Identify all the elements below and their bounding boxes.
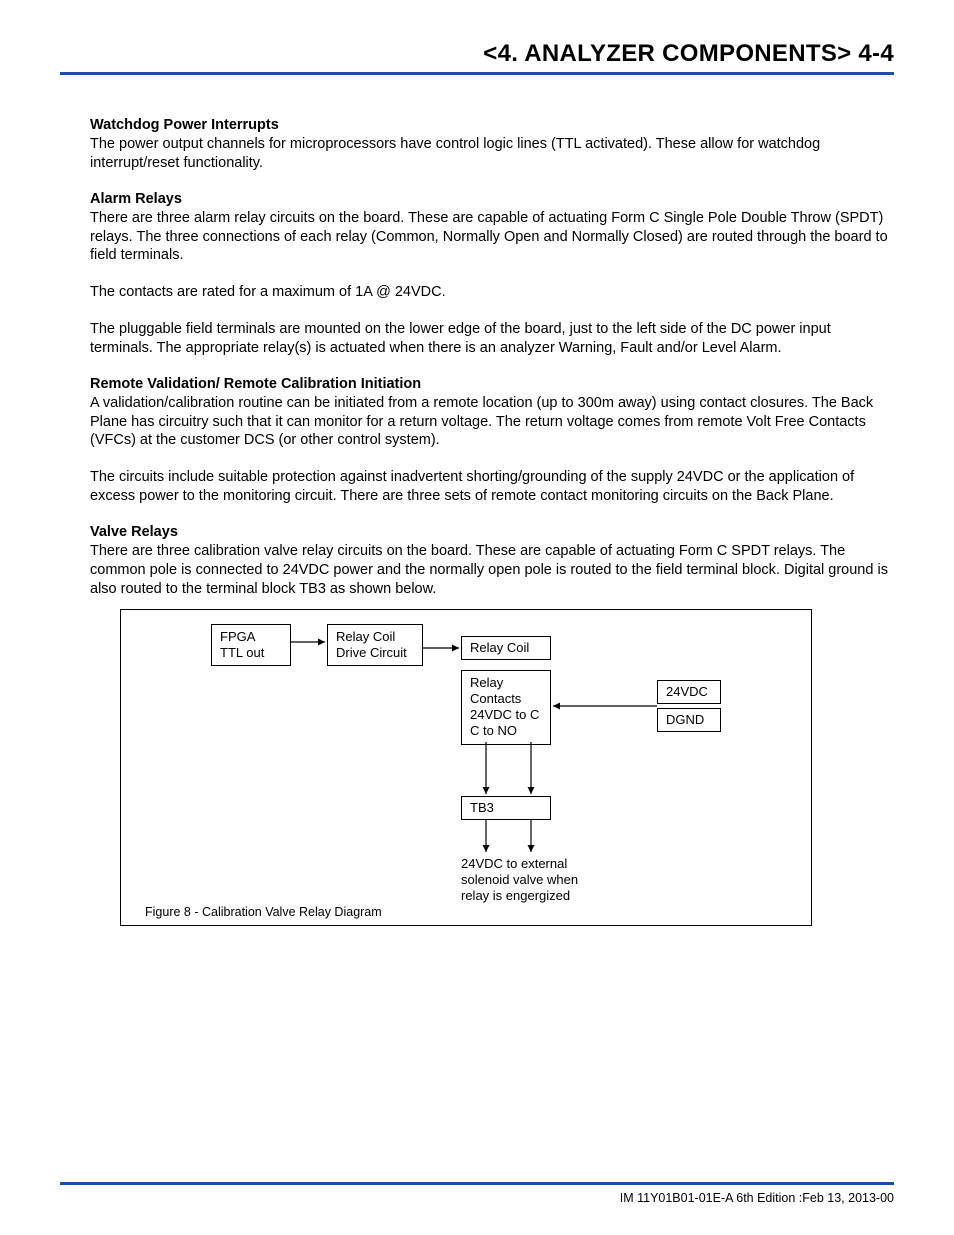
- node-relay-drive-text: Relay CoilDrive Circuit: [336, 629, 407, 660]
- node-fpga-text: FPGATTL out: [220, 629, 264, 660]
- node-relay-coil-text: Relay Coil: [470, 640, 529, 655]
- label-output: 24VDC to externalsolenoid valve whenrela…: [461, 856, 621, 905]
- page-header-title: <4. ANALYZER COMPONENTS> 4-4: [60, 40, 894, 68]
- heading-watchdog: Watchdog Power Interrupts: [90, 117, 894, 133]
- para-valve-1: There are three calibration valve relay …: [90, 542, 894, 599]
- para-alarm-3: The pluggable field terminals are mounte…: [90, 320, 894, 358]
- node-relay-coil: Relay Coil: [461, 636, 551, 660]
- header-rule: <4. ANALYZER COMPONENTS> 4-4: [60, 40, 894, 75]
- para-watchdog-1: The power output channels for microproce…: [90, 135, 894, 173]
- para-remote-2: The circuits include suitable protection…: [90, 468, 894, 506]
- label-output-text: 24VDC to externalsolenoid valve whenrela…: [461, 856, 578, 904]
- node-tb3: TB3: [461, 796, 551, 820]
- node-dgnd: DGND: [657, 708, 721, 732]
- node-tb3-text: TB3: [470, 800, 494, 815]
- node-fpga: FPGATTL out: [211, 624, 291, 667]
- para-remote-1: A validation/calibration routine can be …: [90, 394, 894, 451]
- heading-remote-validation: Remote Validation/ Remote Calibration In…: [90, 376, 894, 392]
- para-alarm-2: The contacts are rated for a maximum of …: [90, 283, 894, 302]
- heading-alarm-relays: Alarm Relays: [90, 191, 894, 207]
- page-footer: IM 11Y01B01-01E-A 6th Edition :Feb 13, 2…: [60, 1182, 894, 1205]
- figure-caption: Figure 8 - Calibration Valve Relay Diagr…: [145, 905, 382, 919]
- footer-rule: [60, 1182, 894, 1185]
- node-24vdc: 24VDC: [657, 680, 721, 704]
- body-content: Watchdog Power Interrupts The power outp…: [60, 117, 894, 926]
- figure-8-diagram: FPGATTL out Relay CoilDrive Circuit Rela…: [120, 609, 812, 926]
- footer-text: IM 11Y01B01-01E-A 6th Edition :Feb 13, 2…: [60, 1191, 894, 1205]
- node-relay-contacts: RelayContacts24VDC to CC to NO: [461, 670, 551, 745]
- node-relay-contacts-text: RelayContacts24VDC to CC to NO: [470, 675, 539, 739]
- node-24vdc-text: 24VDC: [666, 684, 708, 699]
- para-alarm-1: There are three alarm relay circuits on …: [90, 209, 894, 266]
- node-relay-drive: Relay CoilDrive Circuit: [327, 624, 423, 667]
- node-dgnd-text: DGND: [666, 712, 704, 727]
- heading-valve-relays: Valve Relays: [90, 524, 894, 540]
